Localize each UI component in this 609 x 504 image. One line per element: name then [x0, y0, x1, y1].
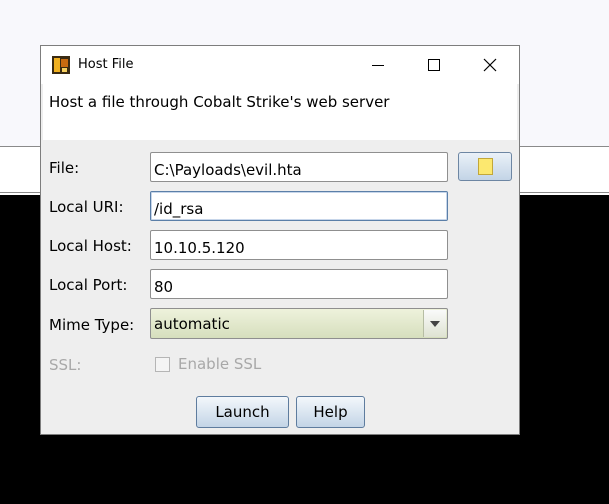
app-icon: [52, 56, 70, 74]
dialog-description: Host a file through Cobalt Strike's web …: [49, 93, 390, 111]
help-button[interactable]: Help: [296, 396, 365, 428]
local-host-label: Local Host:: [49, 237, 132, 255]
minimize-button[interactable]: [354, 46, 402, 84]
file-input[interactable]: [150, 152, 448, 182]
enable-ssl-label: Enable SSL: [178, 355, 262, 373]
local-port-input[interactable]: [150, 269, 448, 299]
minimize-icon: [372, 65, 384, 66]
enable-ssl-checkbox[interactable]: [155, 357, 170, 372]
dialog-title: Host File: [78, 57, 134, 72]
close-button[interactable]: [466, 46, 514, 84]
title-bar[interactable]: Host File: [41, 46, 519, 84]
browse-file-button[interactable]: [458, 152, 512, 181]
local-port-label: Local Port:: [49, 276, 128, 294]
local-uri-input[interactable]: [150, 191, 448, 221]
description-panel: Host a file through Cobalt Strike's web …: [43, 84, 517, 140]
folder-icon: [478, 158, 493, 175]
maximize-button[interactable]: [410, 46, 458, 84]
mime-type-select[interactable]: automatic: [150, 308, 448, 339]
local-uri-label: Local URI:: [49, 198, 124, 216]
mime-type-label: Mime Type:: [49, 316, 135, 334]
file-label: File:: [49, 159, 80, 177]
mime-type-dropdown-button[interactable]: [423, 310, 446, 337]
ssl-label: SSL:: [49, 356, 82, 374]
maximize-icon: [428, 59, 440, 71]
close-icon: [483, 58, 497, 72]
mime-type-value: automatic: [154, 315, 230, 333]
launch-button[interactable]: Launch: [196, 396, 289, 428]
dropdown-arrow-icon: [430, 321, 440, 327]
local-host-input[interactable]: [150, 230, 448, 260]
host-file-dialog: Host File Host a file through Cobalt Str…: [40, 45, 520, 435]
